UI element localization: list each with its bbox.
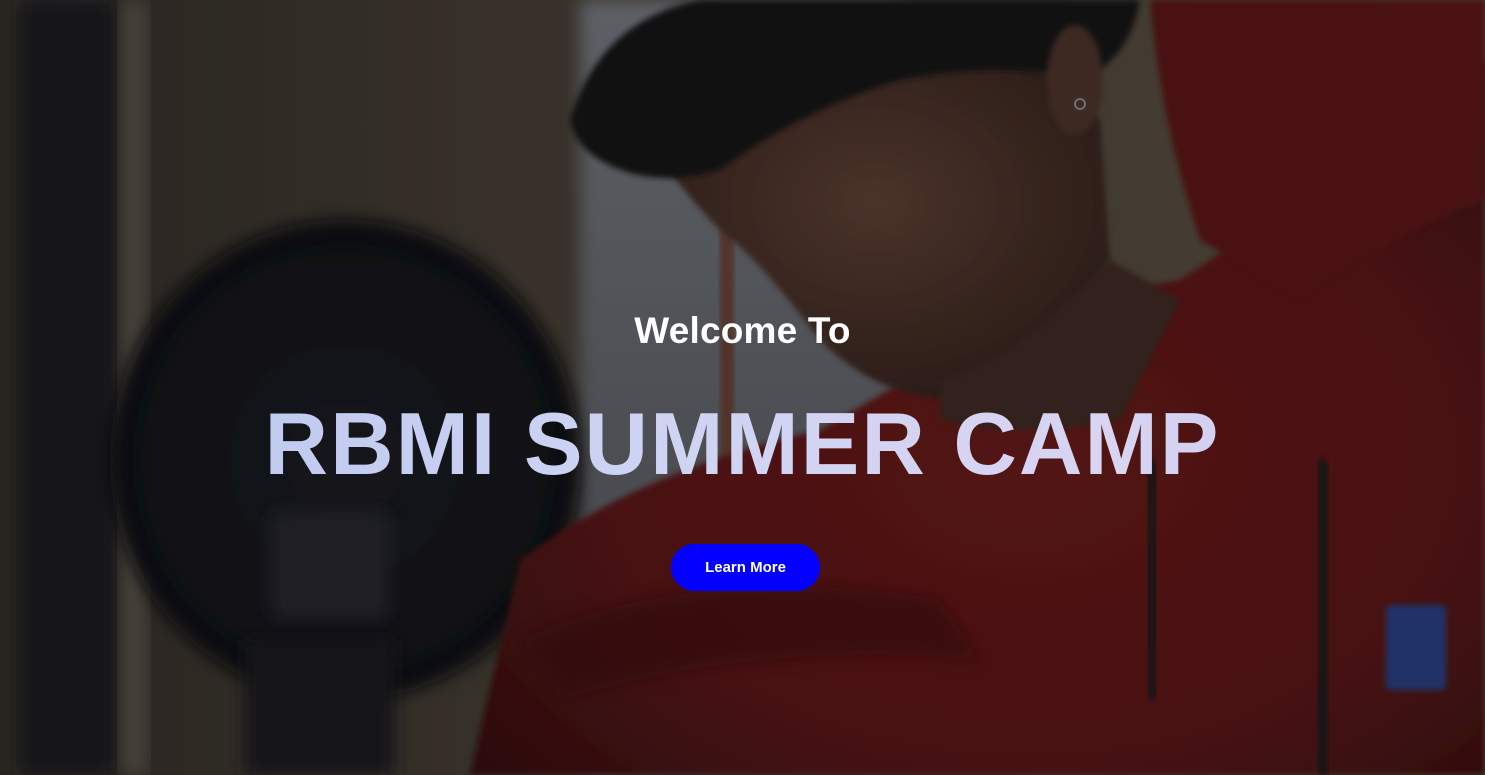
hero-section: Welcome To RBMI SUMMER CAMP Learn More	[0, 0, 1485, 775]
learn-more-button[interactable]: Learn More	[671, 544, 820, 591]
hero-title: RBMI SUMMER CAMP	[0, 392, 1485, 496]
welcome-heading: Welcome To	[634, 310, 851, 351]
hero-content: Welcome To RBMI SUMMER CAMP Learn More	[0, 0, 1485, 775]
